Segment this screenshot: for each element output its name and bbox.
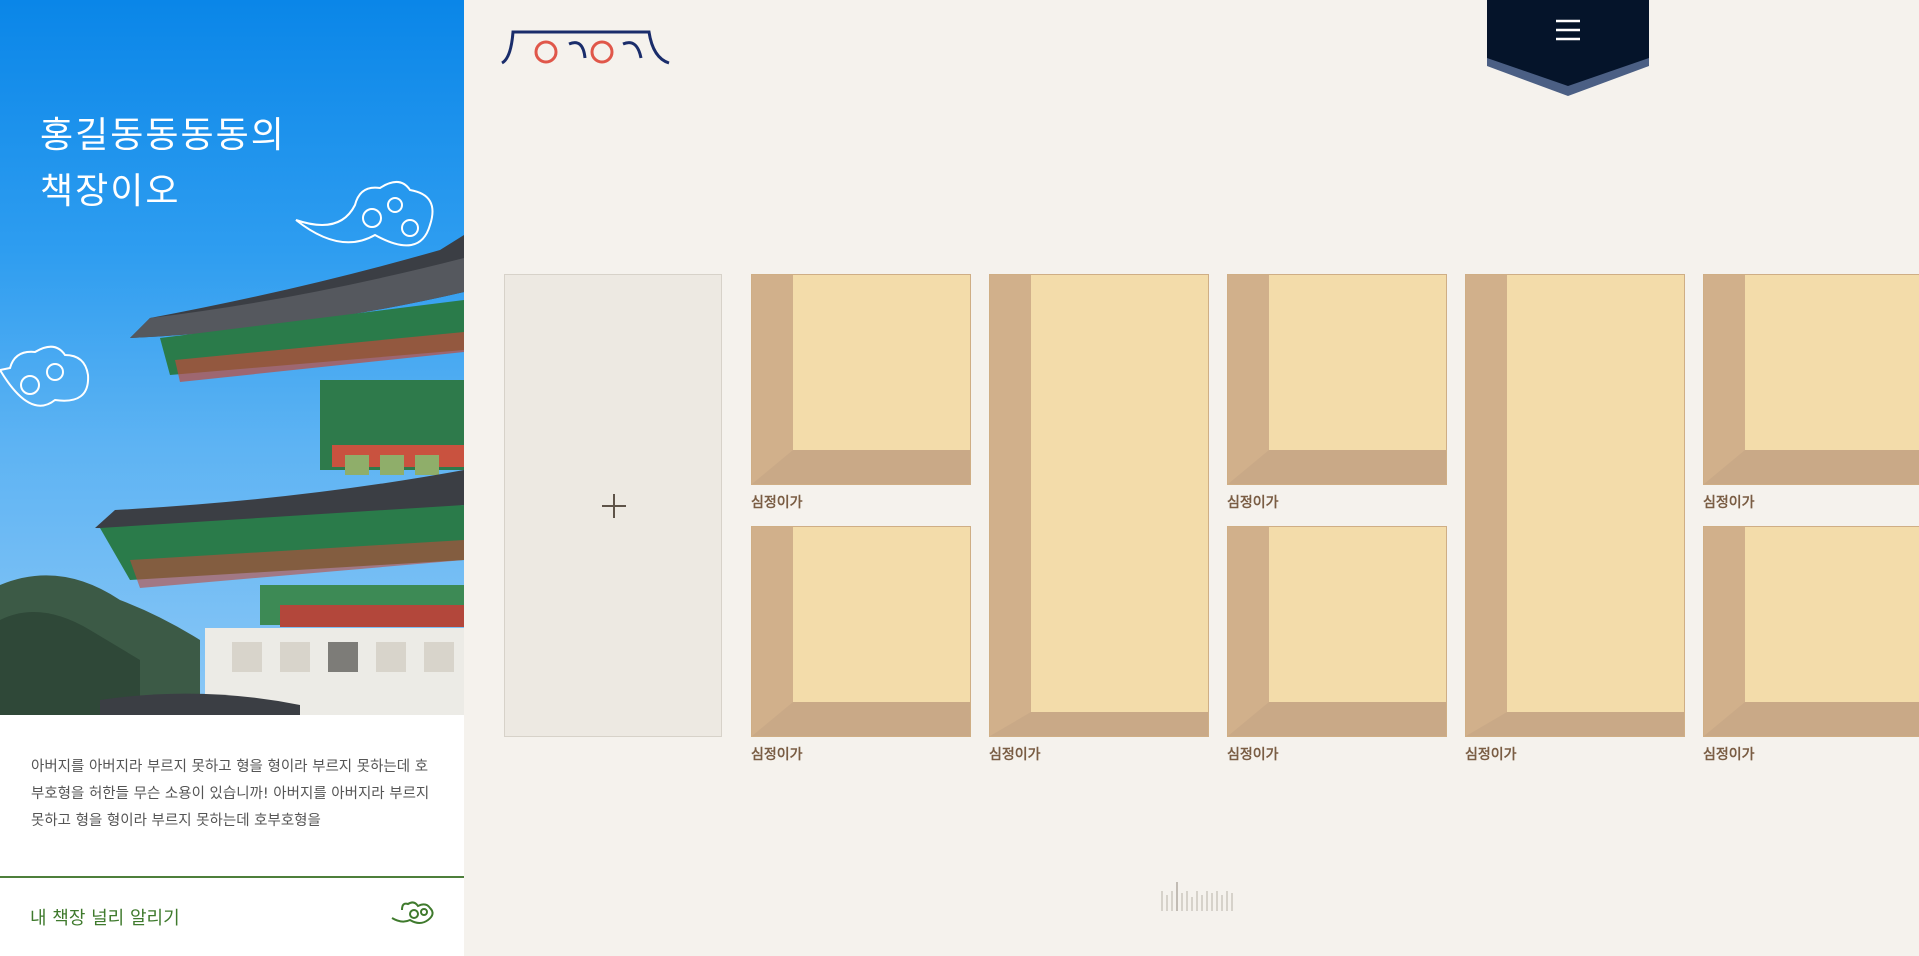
book-title: 심정이가 — [989, 747, 1041, 763]
add-book-button[interactable] — [504, 274, 722, 737]
share-shelf-button[interactable]: 내 책장 널리 알리기 — [0, 876, 464, 956]
book-cover — [751, 526, 971, 737]
book-cover — [751, 274, 971, 485]
menu-button[interactable] — [1487, 0, 1649, 96]
book-item[interactable]: 심정이가 — [1465, 274, 1685, 764]
book-title: 심정이가 — [1703, 747, 1755, 763]
book-item[interactable]: 심정이가 — [1227, 274, 1447, 512]
left-panel: 홍길동동동동의 책장이오 아버지를 아버지라 부르지 못하고 형을 형이라 부르… — [0, 0, 464, 956]
title-line-2: 책장이오 — [40, 171, 181, 212]
shelf-description: 아버지를 아버지라 부르지 못하고 형을 형이라 부르지 못하는데 호부호형을 … — [31, 759, 430, 829]
book-title: 심정이가 — [1227, 747, 1279, 763]
book-cover — [1465, 274, 1685, 737]
book-item[interactable]: 심정이가 — [751, 274, 971, 512]
plus-icon — [602, 494, 626, 518]
hero-banner: 홍길동동동동의 책장이오 — [0, 0, 464, 715]
book-title: 심정이가 — [1703, 495, 1755, 511]
shelf-owner-title: 홍길동동동동의 책장이오 — [40, 108, 340, 220]
book-title: 심정이가 — [751, 747, 803, 763]
book-item[interactable]: 심정이가 — [751, 526, 971, 764]
book-cover — [1703, 274, 1919, 485]
book-item[interactable]: 심정이가 — [1227, 526, 1447, 764]
book-title: 심정이가 — [1227, 495, 1279, 511]
book-title: 심정이가 — [1465, 747, 1517, 763]
book-item[interactable]: 심정이가 — [1703, 274, 1919, 512]
share-shelf-label: 내 책장 널리 알리기 — [30, 908, 180, 929]
title-line-1: 홍길동동동동의 — [40, 115, 286, 156]
scroll-pager[interactable] — [1160, 879, 1236, 913]
book-item[interactable]: 심정이가 — [989, 274, 1209, 764]
book-cover — [1227, 526, 1447, 737]
book-item[interactable]: 심정이가 — [1703, 526, 1919, 764]
hanok-roof-logo-icon[interactable] — [499, 28, 674, 66]
cloud-swirl-icon — [391, 901, 434, 924]
book-cover — [1227, 274, 1447, 485]
book-cover — [1703, 526, 1919, 737]
book-cover — [989, 274, 1209, 737]
book-title: 심정이가 — [751, 495, 803, 511]
